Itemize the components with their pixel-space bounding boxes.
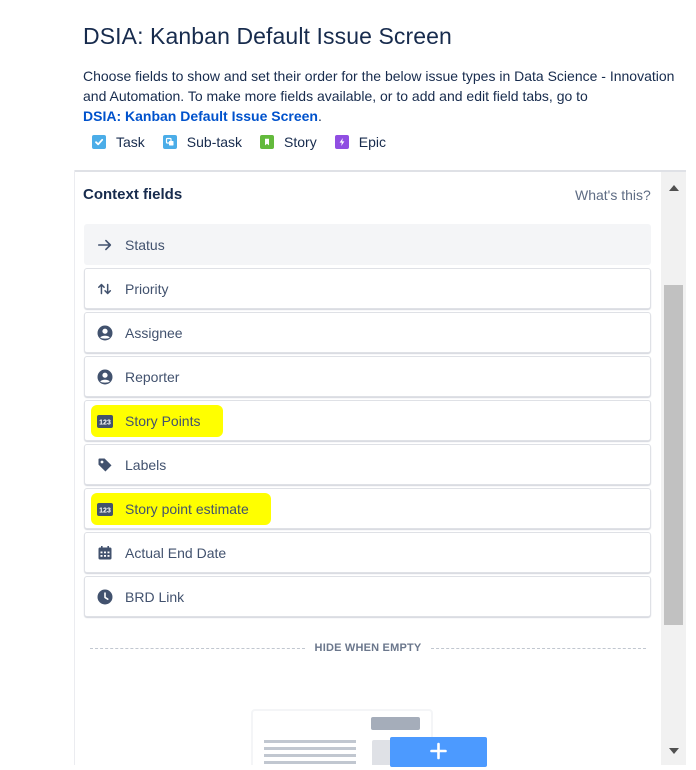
field-label: Priority <box>125 280 169 297</box>
svg-text:123: 123 <box>99 419 111 426</box>
vertical-scrollbar[interactable] <box>661 172 686 765</box>
person-circle-icon <box>97 325 113 341</box>
issue-type-label: Task <box>116 134 145 150</box>
page-description: Choose fields to show and set their orde… <box>83 66 683 126</box>
field-label: Status <box>125 236 165 253</box>
story-bookmark-icon <box>260 135 275 149</box>
add-field-button[interactable] <box>390 737 487 767</box>
scrollbar-thumb[interactable] <box>664 285 683 625</box>
context-field-list: Status Priority Assignee Reporter 123 St… <box>84 224 651 620</box>
number-123-icon: 123 <box>97 413 113 429</box>
description-text: Choose fields to show and set their orde… <box>83 68 675 104</box>
field-row-assignee[interactable]: Assignee <box>84 312 651 353</box>
field-label: Story Points <box>125 412 201 429</box>
issue-type-epic: Epic <box>334 134 386 150</box>
field-label: Assignee <box>125 324 183 341</box>
calendar-icon <box>97 545 113 561</box>
field-row-actual-end-date[interactable]: Actual End Date <box>84 532 651 573</box>
epic-lightning-icon <box>334 135 349 149</box>
field-label: Story point estimate <box>125 500 249 517</box>
priority-arrows-icon <box>97 281 113 297</box>
svg-text:123: 123 <box>99 507 111 514</box>
field-label: BRD Link <box>125 588 185 605</box>
whats-this-link[interactable]: What's this? <box>575 187 651 203</box>
clock-icon <box>97 589 113 605</box>
number-123-icon: 123 <box>97 501 113 517</box>
panel-left-border <box>74 170 75 765</box>
panel-divider <box>75 170 686 172</box>
field-row-brd-link[interactable]: BRD Link <box>84 576 651 617</box>
arrow-right-icon <box>97 237 113 253</box>
dashed-rule <box>431 647 646 649</box>
field-row-story-point-estimate[interactable]: 123 Story point estimate <box>84 488 651 529</box>
hide-when-empty-label: HIDE WHEN EMPTY <box>314 642 422 654</box>
field-label: Actual End Date <box>125 544 227 561</box>
person-circle-icon <box>97 369 113 385</box>
description-end: . <box>317 108 322 124</box>
issue-type-label: Epic <box>358 134 386 150</box>
issue-type-story: Story <box>260 134 317 150</box>
field-row-priority[interactable]: Priority <box>84 268 651 309</box>
plus-icon <box>430 742 447 760</box>
task-checkbox-icon <box>92 135 106 149</box>
context-fields-header: Context fields <box>83 186 183 203</box>
dashed-rule <box>90 647 305 649</box>
field-row-story-points[interactable]: 123 Story Points <box>84 400 651 441</box>
subtask-icon <box>162 135 177 149</box>
field-label: Reporter <box>125 368 180 385</box>
issue-type-label: Story <box>284 134 317 150</box>
scroll-down-arrow-icon[interactable] <box>661 741 686 761</box>
field-row-status: Status <box>84 224 651 265</box>
scroll-up-arrow-icon[interactable] <box>661 178 686 198</box>
issue-type-list: Task Sub-task Story Epic <box>92 134 404 150</box>
screen-link[interactable]: DSIA: Kanban Default Issue Screen <box>83 108 318 124</box>
issue-type-subtask: Sub-task <box>162 134 243 150</box>
hide-when-empty-divider: HIDE WHEN EMPTY <box>90 638 646 658</box>
field-row-reporter[interactable]: Reporter <box>84 356 651 397</box>
page-title: DSIA: Kanban Default Issue Screen <box>83 23 452 49</box>
field-row-labels[interactable]: Labels <box>84 444 651 485</box>
issue-type-label: Sub-task <box>186 134 243 150</box>
field-label: Labels <box>125 456 167 473</box>
tag-icon <box>97 457 113 473</box>
issue-type-task: Task <box>92 134 145 150</box>
